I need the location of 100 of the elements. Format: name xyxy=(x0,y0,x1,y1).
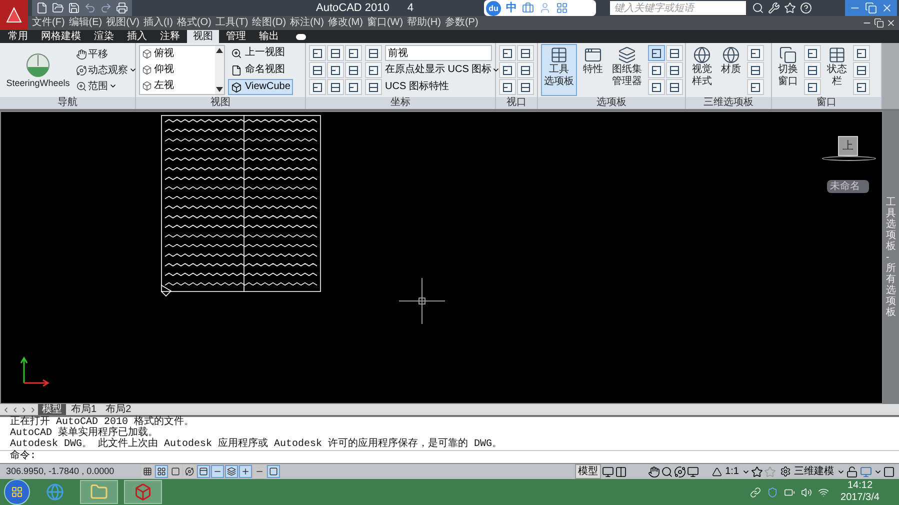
viewport-button[interactable] xyxy=(499,79,516,95)
orbit-icon[interactable] xyxy=(76,64,87,76)
view-dropdown[interactable]: 前视 xyxy=(385,45,492,61)
ucs-button[interactable] xyxy=(365,79,382,95)
view-button[interactable]: 上一视图 xyxy=(228,45,294,61)
grid-icon[interactable] xyxy=(556,2,568,14)
ribbon-tab[interactable]: 注释 xyxy=(154,30,186,43)
ucs-button[interactable] xyxy=(327,45,344,61)
drawing-canvas[interactable]: 上 未命名 xyxy=(0,111,883,404)
hand-icon[interactable] xyxy=(76,48,87,60)
restore-icon[interactable] xyxy=(874,18,884,28)
show-ucs-button[interactable]: 在原点处显示 UCS 图标 xyxy=(385,62,492,78)
open-file-icon[interactable] xyxy=(52,2,64,14)
briefcase-icon[interactable] xyxy=(522,2,534,14)
hand-icon[interactable] xyxy=(648,466,660,478)
ucs-button[interactable] xyxy=(309,45,326,61)
ribbon-tab[interactable]: 插入 xyxy=(121,30,153,43)
viewport-button[interactable] xyxy=(499,62,516,78)
redo-icon[interactable] xyxy=(100,2,112,14)
palette-button[interactable]: 图纸集 管理器 xyxy=(609,44,645,96)
signal-icon[interactable] xyxy=(818,486,829,498)
palette-3d-small-button[interactable] xyxy=(747,62,764,78)
ucs-button[interactable] xyxy=(365,45,382,61)
print-icon[interactable] xyxy=(116,2,128,14)
ucs-button[interactable] xyxy=(345,45,362,61)
lock-icon[interactable] xyxy=(846,466,858,478)
palette-button[interactable]: 特性 xyxy=(580,44,606,96)
layout-icon[interactable] xyxy=(602,466,614,478)
zoom-icon[interactable] xyxy=(76,80,87,92)
palette-3d-small-button[interactable] xyxy=(747,45,764,61)
model-button[interactable]: 模型 xyxy=(575,464,602,479)
ucs-button[interactable] xyxy=(365,62,382,78)
palette-button[interactable]: 工具 选项板 xyxy=(541,44,577,96)
palette-sidebar[interactable]: 工具选项板 - 所有选项板 xyxy=(883,111,899,404)
start-button[interactable] xyxy=(4,479,30,505)
link-icon[interactable] xyxy=(750,486,761,498)
ribbon-tab[interactable]: 视图 xyxy=(187,30,219,43)
viewport-button[interactable] xyxy=(517,79,534,95)
ucs-button[interactable] xyxy=(345,79,362,95)
menu-item[interactable]: 绘图(D) xyxy=(250,16,288,30)
menu-item[interactable]: 视图(V) xyxy=(104,16,142,30)
annotation-scale-button[interactable]: 1:1 xyxy=(723,465,741,478)
caret-icon[interactable] xyxy=(492,66,500,74)
viewport-button[interactable] xyxy=(517,62,534,78)
new-file-icon[interactable] xyxy=(36,2,48,14)
window-tool-button[interactable] xyxy=(853,79,870,95)
drafting-toggle[interactable] xyxy=(267,465,280,478)
palette-small-button[interactable] xyxy=(648,45,665,61)
view-list-item[interactable]: 仰视 xyxy=(154,62,174,78)
steering-wheels-button[interactable]: SteeringWheels xyxy=(3,52,73,88)
ucs-button[interactable] xyxy=(309,62,326,78)
ribbon-tab[interactable]: 管理 xyxy=(220,30,252,43)
palette-small-button[interactable] xyxy=(648,79,665,95)
menu-item[interactable]: 工具(T) xyxy=(213,16,250,30)
palette-small-button[interactable] xyxy=(648,62,665,78)
navigation-tool[interactable]: 动态观察 xyxy=(88,62,128,78)
ime-logo[interactable]: du xyxy=(486,0,501,16)
ribbon-tab[interactable]: 常用 xyxy=(2,30,34,43)
volume-icon[interactable] xyxy=(801,486,812,498)
palette-small-button[interactable] xyxy=(666,79,683,95)
restore-icon[interactable] xyxy=(864,2,878,14)
app-menu-button[interactable] xyxy=(0,0,28,30)
tile-window-button[interactable] xyxy=(804,62,821,78)
palette-3d-button[interactable]: 材质 xyxy=(718,44,744,96)
view-list-item[interactable]: 俯视 xyxy=(154,46,174,62)
help-icon[interactable] xyxy=(800,2,812,14)
caret-icon[interactable] xyxy=(109,82,117,90)
menu-item[interactable]: 帮助(H) xyxy=(405,16,443,30)
switch-window-button[interactable]: 切换 窗口 xyxy=(775,44,801,96)
layout-tab[interactable]: 模型 xyxy=(38,404,66,415)
drafting-toggle[interactable] xyxy=(155,465,168,478)
drafting-toggle[interactable] xyxy=(211,465,224,478)
layout-tab[interactable]: 布局2 xyxy=(102,404,136,415)
navigation-tool[interactable]: 范围 xyxy=(88,78,108,94)
drafting-toggle[interactable] xyxy=(225,465,238,478)
drafting-toggle[interactable] xyxy=(183,465,196,478)
navigation-tool[interactable]: 平移 xyxy=(88,46,108,62)
scroll-down-icon[interactable] xyxy=(216,87,223,92)
status-bar-button[interactable]: 状态 栏 xyxy=(824,44,850,96)
search-icon[interactable] xyxy=(752,2,764,14)
ucs-button[interactable] xyxy=(309,79,326,95)
palette-small-button[interactable] xyxy=(666,45,683,61)
ucs-button[interactable] xyxy=(327,79,344,95)
wrench-icon[interactable] xyxy=(768,2,780,14)
tile-window-button[interactable] xyxy=(804,79,821,95)
drafting-toggle[interactable] xyxy=(253,465,266,478)
ribbon-tab[interactable]: 渲染 xyxy=(88,30,120,43)
battery-icon[interactable] xyxy=(784,486,795,498)
caret-icon[interactable] xyxy=(874,468,882,476)
layout-icon[interactable] xyxy=(615,466,628,478)
ribbon-tab[interactable]: 网格建模 xyxy=(35,30,87,43)
viewcube-ring-icon[interactable] xyxy=(822,156,876,161)
drafting-toggle[interactable] xyxy=(141,465,154,478)
caret-icon[interactable] xyxy=(742,468,750,476)
view-button[interactable]: ViewCube xyxy=(228,79,294,95)
ucs-properties-button[interactable]: UCS 图标特性 xyxy=(385,79,492,95)
undo-icon[interactable] xyxy=(84,2,96,14)
annotation-icon[interactable] xyxy=(751,466,763,478)
palette-small-button[interactable] xyxy=(666,62,683,78)
zoom-icon[interactable] xyxy=(661,466,674,478)
